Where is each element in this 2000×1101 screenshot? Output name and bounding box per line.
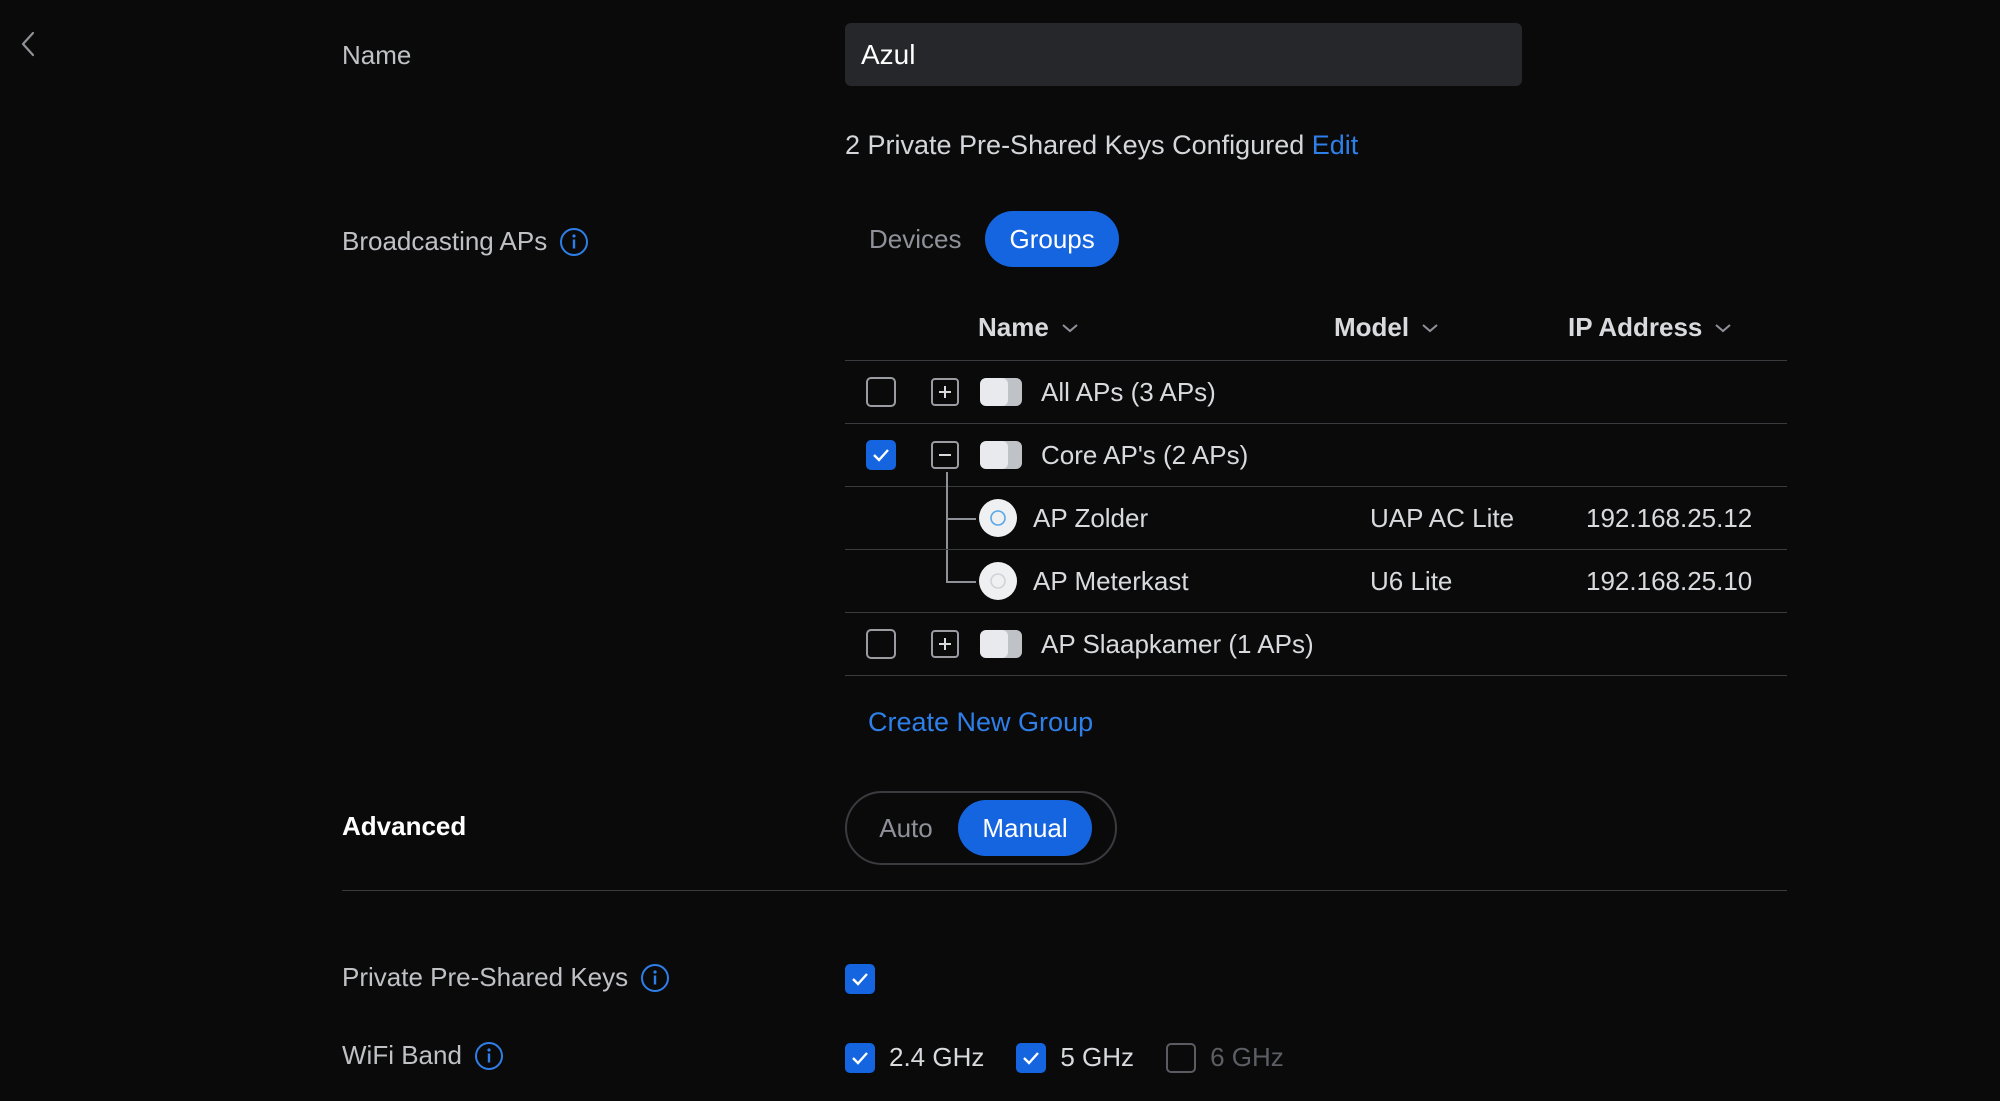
advanced-mode-toggle: Auto Manual xyxy=(845,791,1117,865)
access-point-icon xyxy=(979,562,1017,600)
table-row[interactable]: AP Zolder UAP AC Lite 192.168.25.12 xyxy=(845,487,1787,550)
info-icon[interactable] xyxy=(474,1041,504,1071)
create-new-group-link[interactable]: Create New Group xyxy=(868,707,1093,738)
wifi-band-options: 2.4 GHz 5 GHz 6 GHz xyxy=(845,1042,1284,1073)
expand-button[interactable] xyxy=(931,378,959,406)
wifi-band-label: WiFi Band xyxy=(342,1040,462,1070)
ppsk-label: Private Pre-Shared Keys xyxy=(342,962,629,992)
plus-icon xyxy=(939,386,951,398)
device-model: UAP AC Lite xyxy=(1370,502,1515,533)
group-name: All APs (3 APs) xyxy=(1041,376,1216,407)
info-icon[interactable] xyxy=(559,227,589,257)
band-checkbox[interactable] xyxy=(845,1042,875,1073)
checkmark-icon xyxy=(852,1051,868,1065)
ap-group-icon xyxy=(980,378,1022,406)
device-model: U6 Lite xyxy=(1370,565,1453,596)
band-option-6ghz: 6 GHz xyxy=(1166,1042,1284,1073)
ppsk-field: Private Pre-Shared Keys xyxy=(342,962,670,993)
keys-configured-line: 2 Private Pre-Shared Keys Configured Edi… xyxy=(845,130,1358,161)
tab-devices[interactable]: Devices xyxy=(845,211,985,267)
keys-configured-text: 2 Private Pre-Shared Keys Configured xyxy=(845,130,1305,160)
group-checkbox[interactable] xyxy=(866,377,896,407)
device-name: AP Meterkast xyxy=(1033,565,1189,596)
edit-keys-link[interactable]: Edit xyxy=(1312,130,1359,160)
chevron-down-icon xyxy=(1715,323,1732,332)
section-divider xyxy=(342,890,1787,891)
collapse-button[interactable] xyxy=(931,441,959,469)
back-button[interactable] xyxy=(14,26,42,62)
wifi-band-field: WiFi Band xyxy=(342,1040,504,1071)
access-point-icon xyxy=(979,499,1017,537)
table-header: Name Model IP Address xyxy=(845,300,1787,361)
device-ip: 192.168.25.12 xyxy=(1586,502,1753,533)
checkmark-icon xyxy=(1023,1051,1040,1065)
band-checkbox xyxy=(1166,1042,1197,1073)
group-name: Core AP's (2 APs) xyxy=(1041,439,1249,470)
column-header-model[interactable]: Model xyxy=(1334,312,1439,343)
ap-selection-tabs: Devices Groups xyxy=(845,211,1119,267)
column-header-name[interactable]: Name xyxy=(978,312,1079,343)
column-model-label: Model xyxy=(1334,312,1410,342)
band-option-5ghz[interactable]: 5 GHz xyxy=(1016,1042,1134,1073)
band-option-2-4ghz[interactable]: 2.4 GHz xyxy=(845,1042,984,1073)
column-ip-label: IP Address xyxy=(1568,312,1703,342)
device-name: AP Zolder xyxy=(1033,502,1149,533)
checkmark-icon xyxy=(873,449,889,462)
group-checkbox[interactable] xyxy=(866,629,896,659)
band-label: 2.4 GHz xyxy=(889,1042,985,1072)
table-row[interactable]: All APs (3 APs) xyxy=(845,361,1787,424)
chevron-down-icon xyxy=(1422,323,1438,332)
device-ip: 192.168.25.10 xyxy=(1586,565,1753,596)
plus-icon xyxy=(939,638,951,650)
broadcasting-aps-label: Broadcasting APs xyxy=(342,226,548,256)
name-input[interactable] xyxy=(845,23,1522,86)
mode-manual[interactable]: Manual xyxy=(958,800,1092,856)
chevron-left-icon xyxy=(21,31,35,57)
minus-icon xyxy=(939,454,951,456)
broadcasting-aps-field: Broadcasting APs xyxy=(342,226,589,257)
group-checkbox[interactable] xyxy=(866,440,896,470)
chevron-down-icon xyxy=(1062,323,1078,332)
mode-auto[interactable]: Auto xyxy=(854,800,958,856)
checkmark-icon xyxy=(852,973,868,986)
column-header-ip[interactable]: IP Address xyxy=(1568,312,1732,343)
tab-groups[interactable]: Groups xyxy=(985,211,1119,267)
column-name-label: Name xyxy=(978,312,1049,342)
table-row[interactable]: AP Slaapkamer (1 APs) xyxy=(845,613,1787,676)
group-name: AP Slaapkamer (1 APs) xyxy=(1041,628,1314,659)
ppsk-checkbox[interactable] xyxy=(845,964,875,994)
info-icon[interactable] xyxy=(640,963,670,993)
table-row[interactable]: Core AP's (2 APs) xyxy=(845,424,1787,487)
ap-group-icon xyxy=(980,630,1022,658)
ap-group-icon xyxy=(980,441,1022,469)
name-label: Name xyxy=(342,40,412,70)
table-row[interactable]: AP Meterkast U6 Lite 192.168.25.10 xyxy=(845,550,1787,613)
expand-button[interactable] xyxy=(931,630,959,658)
advanced-label: Advanced xyxy=(342,811,467,841)
band-label: 5 GHz xyxy=(1060,1042,1135,1072)
band-label: 6 GHz xyxy=(1210,1042,1284,1072)
band-checkbox[interactable] xyxy=(1016,1042,1047,1073)
